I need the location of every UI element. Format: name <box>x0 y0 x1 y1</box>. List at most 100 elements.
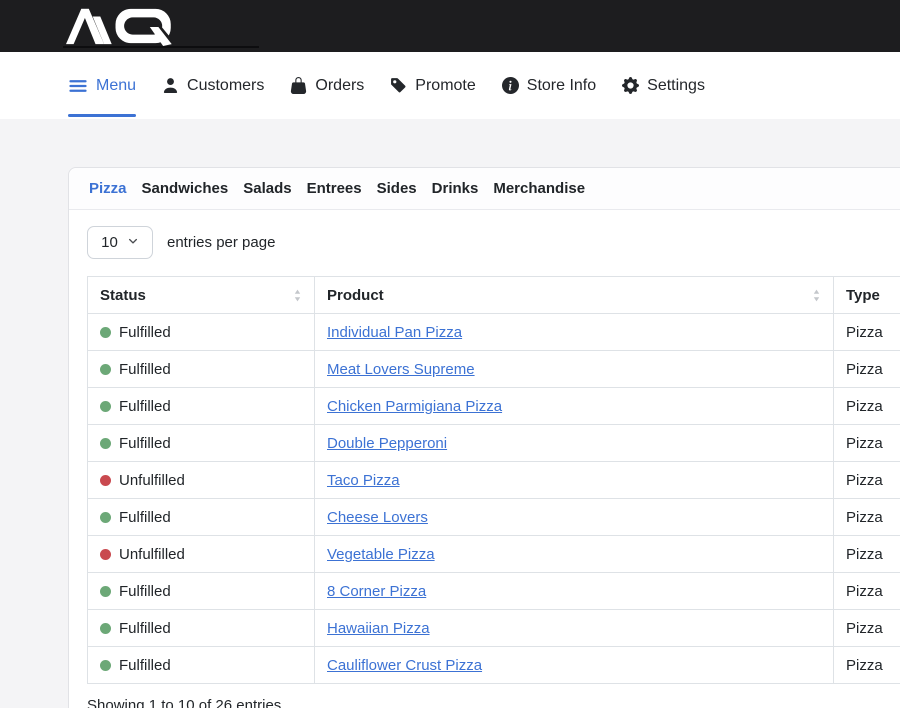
product-link[interactable]: Vegetable Pizza <box>327 546 435 563</box>
card-body: 10 entries per page Status Product Type … <box>69 210 900 708</box>
product-cell: 8 Corner Pizza <box>315 573 834 610</box>
table-row: FulfilledHawaiian PizzaPizza <box>88 610 900 647</box>
status-dot-fulfilled <box>100 327 111 338</box>
table-row: UnfulfilledTaco PizzaPizza <box>88 462 900 499</box>
column-header-product[interactable]: Product <box>315 277 834 314</box>
status-label: Fulfilled <box>119 620 171 637</box>
tag-icon <box>390 77 407 94</box>
table-row: Fulfilled 8 Corner Pizza Pizza <box>88 573 900 610</box>
type-label: Pizza <box>846 657 883 674</box>
product-link[interactable]: Hawaiian Pizza <box>327 620 430 637</box>
product-cell: Cheese Lovers <box>315 499 834 536</box>
column-header-label: Product <box>327 287 384 304</box>
status-dot-unfulfilled <box>100 549 111 560</box>
product-cell: Double Pepperoni <box>315 425 834 462</box>
entries-per-page-row: 10 entries per page <box>87 226 900 259</box>
nav-item-label: Menu <box>96 77 136 95</box>
tab-drinks[interactable]: Drinks <box>432 180 479 197</box>
status-cell: Fulfilled <box>88 647 315 684</box>
status-label: Fulfilled <box>119 398 171 415</box>
nav-item-label: Orders <box>315 77 364 95</box>
status-label: Unfulfilled <box>119 546 185 563</box>
type-cell: Pizza <box>834 351 900 388</box>
type-cell: Pizza <box>834 462 900 499</box>
product-link[interactable]: Cauliflower Crust Pizza <box>327 657 482 674</box>
product-link[interactable]: Chicken Parmigiana Pizza <box>327 398 502 415</box>
product-link[interactable]: Cheese Lovers <box>327 509 428 526</box>
nav-item-promote[interactable]: Promote <box>390 52 475 119</box>
nav-item-orders[interactable]: Orders <box>290 52 364 119</box>
table-row: Fulfilled Double Pepperoni Pizza <box>88 425 900 462</box>
type-label: Pizza <box>846 546 883 563</box>
tab-entrees[interactable]: Entrees <box>307 180 362 197</box>
type-cell: Pizza <box>834 573 900 610</box>
product-link[interactable]: Individual Pan Pizza <box>327 324 462 341</box>
gear-icon <box>622 77 639 94</box>
menu-card: Pizza Sandwiches Salads Entrees Sides Drinks M… <box>68 167 900 708</box>
status-cell: Fulfilled <box>88 573 315 610</box>
sort-icon <box>293 288 302 303</box>
status-label: Fulfilled <box>119 324 171 341</box>
tab-sandwiches[interactable]: Sandwiches <box>142 180 229 197</box>
column-header-type[interactable]: Type <box>834 277 900 314</box>
main-nav: Menu Customers Orders Promote Store Info… <box>0 52 900 119</box>
type-label: Pizza <box>846 583 883 600</box>
table-header-row: Status Product Type <box>88 277 900 314</box>
type-cell: Pizza <box>834 647 900 684</box>
column-header-status[interactable]: Status <box>88 277 315 314</box>
app-header <box>0 0 900 52</box>
type-label: Pizza <box>846 435 883 452</box>
product-link[interactable]: Taco Pizza <box>327 472 400 489</box>
product-link[interactable]: Double Pepperoni <box>327 435 447 452</box>
product-cell: Hawaiian Pizza <box>315 610 834 647</box>
status-label: Fulfilled <box>119 435 171 452</box>
type-label: Pizza <box>846 324 883 341</box>
tab-pizza[interactable]: Pizza <box>89 180 127 197</box>
nav-item-label: Customers <box>187 77 264 95</box>
type-label: Pizza <box>846 361 883 378</box>
status-dot-fulfilled <box>100 364 111 375</box>
entries-per-page-label: entries per page <box>167 234 275 251</box>
product-link[interactable]: 8 Corner Pizza <box>327 583 426 600</box>
type-label: Pizza <box>846 398 883 415</box>
nav-item-store-info[interactable]: Store Info <box>502 52 596 119</box>
nav-item-customers[interactable]: Customers <box>162 52 264 119</box>
status-dot-fulfilled <box>100 623 111 634</box>
table-summary: Showing 1 to 10 of 26 entries <box>87 697 900 708</box>
status-cell: Fulfilled <box>88 388 315 425</box>
type-cell: Pizza <box>834 536 900 573</box>
status-label: Fulfilled <box>119 361 171 378</box>
status-label: Fulfilled <box>119 657 171 674</box>
content-area: Pizza Sandwiches Salads Entrees Sides Drinks M… <box>0 119 900 708</box>
product-cell: Meat Lovers Supreme <box>315 351 834 388</box>
status-label: Fulfilled <box>119 583 171 600</box>
table-row: Fulfilled Cauliflower Crust Pizza Pizza <box>88 647 900 684</box>
entries-per-page-select[interactable]: 10 <box>87 226 153 259</box>
table-row: Fulfilled Individual Pan Pizza Pizza <box>88 314 900 351</box>
column-header-label: Status <box>100 287 146 304</box>
product-cell: Vegetable Pizza <box>315 536 834 573</box>
status-cell: Fulfilled <box>88 499 315 536</box>
type-label: Pizza <box>846 509 883 526</box>
nav-item-label: Promote <box>415 77 475 95</box>
info-icon <box>502 77 519 94</box>
nav-item-menu[interactable]: Menu <box>68 52 136 119</box>
status-cell: Fulfilled <box>88 610 315 647</box>
table-row: Fulfilled Cheese Lovers Pizza <box>88 499 900 536</box>
status-cell: Unfulfilled <box>88 536 315 573</box>
product-link[interactable]: Meat Lovers Supreme <box>327 361 475 378</box>
tab-salads[interactable]: Salads <box>243 180 291 197</box>
entries-per-page-value: 10 <box>101 234 118 251</box>
tab-sides[interactable]: Sides <box>377 180 417 197</box>
app-logo <box>64 6 188 46</box>
tab-merchandise[interactable]: Merchandise <box>493 180 585 197</box>
status-cell: Fulfilled <box>88 351 315 388</box>
status-dot-fulfilled <box>100 586 111 597</box>
product-cell: Individual Pan Pizza <box>315 314 834 351</box>
nav-item-settings[interactable]: Settings <box>622 52 705 119</box>
category-tabs: Pizza Sandwiches Salads Entrees Sides Drinks M… <box>69 168 900 210</box>
type-cell: Pizza <box>834 388 900 425</box>
status-label: Fulfilled <box>119 509 171 526</box>
sort-icon <box>812 288 821 303</box>
status-cell: Fulfilled <box>88 425 315 462</box>
